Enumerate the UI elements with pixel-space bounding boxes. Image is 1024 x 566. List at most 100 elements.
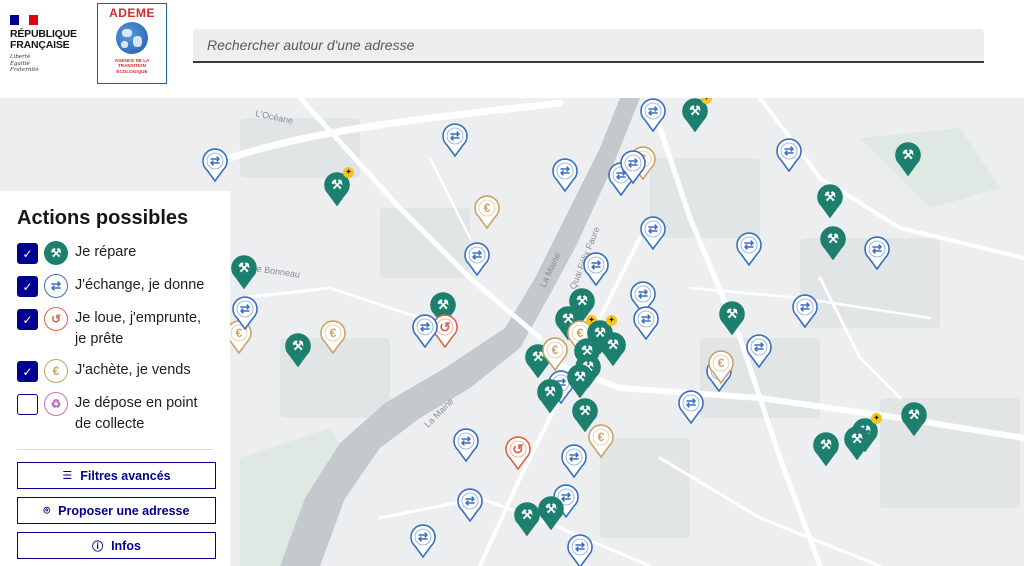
bonus-badge-icon: ✦ — [871, 413, 882, 424]
echange-pin-icon: ⇄ — [685, 396, 697, 410]
repair-marker[interactable]: ⚒ — [820, 226, 846, 260]
filter-echange[interactable]: ⇄ J'échange, je donne — [17, 274, 213, 298]
filter-loue[interactable]: ↺ Je loue, j'emprunte, je prête — [17, 307, 213, 350]
rent-marker[interactable]: ↺ — [505, 436, 531, 470]
repair-marker[interactable]: ⚒ — [600, 332, 626, 366]
checkbox-depose[interactable] — [17, 394, 38, 415]
republique-francaise-logo[interactable]: RÉPUBLIQUE FRANÇAISE Liberté Égalité Fra… — [10, 15, 90, 74]
repair-marker[interactable]: ⚒ — [537, 379, 563, 413]
buy-sell-marker[interactable]: € — [320, 320, 346, 354]
echange-pin-icon: ⇄ — [568, 450, 580, 464]
echange-pin-icon: ⇄ — [471, 248, 483, 262]
repare-pin-icon: ⚒ — [824, 189, 836, 204]
repare-pin-icon: ⚒ — [607, 337, 619, 352]
exchange-marker[interactable]: ⇄ — [640, 98, 666, 132]
achete-pin-icon: € — [551, 343, 559, 357]
repair-marker[interactable]: ⚒ — [538, 496, 564, 530]
repair-marker[interactable]: ⚒ — [231, 255, 257, 289]
echange-pin-icon: ⇄ — [449, 129, 461, 143]
exchange-marker[interactable]: ⇄ — [457, 488, 483, 522]
gov-name-line2: FRANÇAISE — [10, 39, 70, 51]
echange-pin-icon: ⇄ — [783, 144, 795, 158]
exchange-marker[interactable]: ⇄ — [736, 232, 762, 266]
buy-sell-marker[interactable]: € — [474, 195, 500, 229]
exchange-marker[interactable]: ⇄ — [561, 444, 587, 478]
checkbox-loue[interactable] — [17, 309, 38, 330]
repair-marker[interactable]: ⚒ — [285, 333, 311, 367]
exchange-marker[interactable]: ⇄ — [410, 524, 436, 558]
repair-marker[interactable]: ⚒ — [567, 364, 593, 398]
repair-marker[interactable]: ⚒ — [895, 142, 921, 176]
repair-marker[interactable]: ⚒✦ — [682, 98, 712, 132]
echange-pin-icon: ⇄ — [239, 302, 251, 316]
repair-marker[interactable]: ⚒ — [719, 301, 745, 335]
repare-pin-icon: ⚒ — [238, 260, 250, 275]
filter-depose-label-line1: Je dépose en point — [75, 395, 198, 411]
exchange-marker[interactable]: ⇄ — [232, 296, 258, 330]
repare-pin-icon: ⚒ — [574, 369, 586, 384]
buy-sell-marker[interactable]: € — [708, 350, 734, 384]
echange-pin-icon: ⇄ — [419, 320, 431, 334]
exchange-marker[interactable]: ⇄ — [412, 314, 438, 348]
checkbox-achete[interactable] — [17, 361, 38, 382]
exchange-marker[interactable]: ⇄ — [453, 428, 479, 462]
echange-pin-icon: ⇄ — [460, 434, 472, 448]
echange-pin-icon: ⇄ — [559, 164, 571, 178]
filter-repare[interactable]: ⚒ Je répare — [17, 241, 213, 265]
ademe-title: ADEME — [109, 6, 155, 20]
exchange-marker[interactable]: ⇄ — [464, 242, 490, 276]
infos-label: Infos — [111, 538, 141, 553]
exchange-marker[interactable]: ⇄ — [583, 252, 609, 286]
buy-sell-marker[interactable]: € — [588, 424, 614, 458]
exchange-marker[interactable]: ⇄ — [792, 294, 818, 328]
achete-pin-icon: € — [597, 430, 605, 444]
propose-address-button[interactable]: ⌾ Proposer une adresse — [17, 497, 216, 524]
exchange-marker[interactable]: ⇄ — [567, 534, 593, 566]
ademe-logo[interactable]: ADEME AGENCE DE LA TRANSITION ÉCOLOGIQUE — [97, 3, 167, 84]
recycle-icon: ♻ — [44, 392, 68, 416]
exchange-marker[interactable]: ⇄ — [776, 138, 802, 172]
repair-marker[interactable]: ⚒ — [514, 502, 540, 536]
filter-repare-label: Je répare — [75, 244, 137, 260]
repare-pin-icon: ⚒ — [908, 407, 920, 422]
advanced-filters-button[interactable]: ☰ Filtres avancés — [17, 462, 216, 489]
return-arrow-icon: ↺ — [44, 307, 68, 331]
exchange-marker[interactable]: ⇄ — [202, 148, 228, 182]
achete-pin-icon: € — [329, 326, 337, 340]
repare-pin-icon: ⚒ — [521, 507, 533, 522]
filter-achete-label: J'achète, je vends — [75, 362, 191, 378]
filter-depose[interactable]: ♻ Je dépose en point de collecte — [17, 392, 213, 435]
echange-pin-icon: ⇄ — [640, 312, 652, 326]
exchange-marker[interactable]: ⇄ — [864, 236, 890, 270]
filter-depose-label-line2: de collecte — [75, 416, 145, 432]
filter-achete[interactable]: € J'achète, je vends — [17, 359, 213, 383]
checkbox-repare[interactable] — [17, 243, 38, 264]
checkbox-echange[interactable] — [17, 276, 38, 297]
repair-marker[interactable]: ⚒ — [844, 426, 870, 460]
exchange-marker[interactable]: ⇄ — [620, 150, 646, 184]
repair-marker[interactable]: ⚒ — [817, 184, 843, 218]
euro-icon: € — [44, 359, 68, 383]
globe-icon — [116, 22, 148, 54]
buy-sell-marker[interactable]: € — [542, 337, 568, 371]
exchange-marker[interactable]: ⇄ — [552, 158, 578, 192]
exchange-hand-icon: ⇄ — [44, 274, 68, 298]
achete-pin-icon: € — [717, 356, 725, 370]
sliders-icon: ☰ — [62, 469, 73, 482]
exchange-marker[interactable]: ⇄ — [633, 306, 659, 340]
echange-pin-icon: ⇄ — [209, 154, 221, 168]
exchange-marker[interactable]: ⇄ — [678, 390, 704, 424]
advanced-filters-label: Filtres avancés — [80, 468, 171, 483]
exchange-marker[interactable]: ⇄ — [442, 123, 468, 157]
repare-pin-icon: ⚒ — [902, 147, 914, 162]
bonus-badge-icon: ✦ — [606, 315, 617, 326]
repair-marker[interactable]: ⚒✦ — [324, 167, 354, 206]
exchange-marker[interactable]: ⇄ — [640, 216, 666, 250]
site-header: RÉPUBLIQUE FRANÇAISE Liberté Égalité Fra… — [0, 0, 1024, 98]
infos-button[interactable]: ⓘ Infos — [17, 532, 216, 559]
repair-marker[interactable]: ⚒ — [813, 432, 839, 466]
search-input[interactable] — [193, 29, 984, 61]
repair-marker[interactable]: ⚒ — [901, 402, 927, 436]
loue-pin-icon: ↺ — [512, 440, 524, 457]
exchange-marker[interactable]: ⇄ — [746, 334, 772, 368]
